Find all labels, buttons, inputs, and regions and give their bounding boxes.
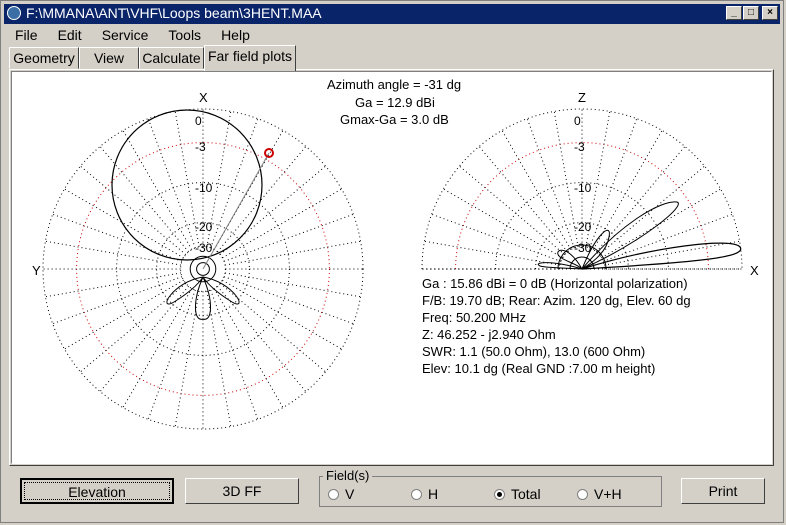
elevation-ring-label: -20 [574, 220, 592, 234]
azimuth-grid-spoke [224, 272, 361, 298]
result-impedance: Z: 46.252 - j2.940 Ohm [422, 327, 556, 342]
radio-vh-dot[interactable] [577, 489, 588, 500]
application-window: F:\MMANA\ANT\VHF\Loops beam\3HENT.MAA _ … [0, 0, 784, 523]
elevation-right-label: X [750, 263, 759, 278]
result-freq: Freq: 50.200 MHz [422, 310, 527, 325]
azimuth-angle-text: Azimuth angle = -31 dg [327, 77, 462, 92]
elevation-button[interactable]: Elevation [20, 478, 174, 504]
azimuth-main-lobe [111, 109, 263, 261]
tab-geometry[interactable]: Geometry [9, 47, 79, 69]
3d-ff-button[interactable]: 3D FF [185, 478, 299, 504]
result-elev: Elev: 10.1 dg (Real GND :7.00 m height) [422, 361, 656, 376]
result-ga: Ga : 15.86 dBi = 0 dB (Horizontal polari… [422, 276, 688, 291]
result-fb: F/B: 19.70 dB; Rear: Azim. 120 dg, Elev.… [422, 293, 691, 308]
elevation-ring-label: -10 [574, 181, 592, 195]
elevation-grid-spoke [459, 165, 566, 255]
gain-text: Ga = 12.9 dBi [355, 95, 435, 110]
menu-file[interactable]: File [4, 26, 47, 44]
elevation-grid-spoke [603, 240, 740, 266]
tab-view[interactable]: View [79, 47, 139, 69]
minimize-button[interactable]: _ [726, 6, 742, 20]
azimuth-grid-spoke [219, 283, 326, 373]
azimuth-grid-spoke [99, 285, 189, 392]
elevation-ring-label: -3 [574, 140, 585, 154]
app-icon[interactable] [7, 6, 21, 20]
gmax-text: Gmax-Ga = 3.0 dB [340, 112, 449, 127]
title-bar: F:\MMANA\ANT\VHF\Loops beam\3HENT.MAA _ … [4, 4, 780, 24]
fields-group-label: Field(s) [323, 468, 373, 483]
result-swr: SWR: 1.1 (50.0 Ohm), 13.0 (600 Ohm) [422, 344, 646, 359]
window-title: F:\MMANA\ANT\VHF\Loops beam\3HENT.MAA [26, 5, 322, 21]
azimuth-grid-spoke [217, 146, 307, 253]
menu-edit[interactable]: Edit [47, 26, 91, 44]
radio-total-dot[interactable] [494, 489, 505, 500]
elevation-grid-spoke [478, 146, 568, 253]
azimuth-ring-label: -10 [195, 181, 213, 195]
menu-service[interactable]: Service [91, 26, 158, 44]
print-button[interactable]: Print [681, 478, 765, 504]
azimuth-grid-spoke [45, 240, 182, 266]
tab-far-field-plots[interactable]: Far field plots [204, 45, 296, 71]
menu-help[interactable]: Help [210, 26, 259, 44]
elevation-ring-label: -30 [574, 241, 592, 255]
elevation-grid-spoke [424, 240, 561, 266]
azimuth-ring-label: -30 [195, 241, 213, 255]
plot-panel: X Y 0 -3 -10 -20 -30 Z X 0 -3 -10 -20 -30 Azimuth ang… [11, 71, 772, 464]
radio-v-label: V [345, 486, 355, 502]
menu-bar: File Edit Service Tools Help [4, 26, 259, 44]
elevation-grid-spoke [598, 165, 705, 255]
radio-h-dot[interactable] [411, 489, 422, 500]
azimuth-grid-spoke [80, 165, 187, 255]
menu-tools[interactable]: Tools [157, 26, 210, 44]
radio-h[interactable]: H [411, 486, 438, 502]
azimuth-ring-label: 0 [195, 114, 202, 128]
azimuth-left-label: Y [32, 263, 41, 278]
maximize-button[interactable]: □ [743, 6, 759, 20]
azimuth-grid-spoke [224, 240, 361, 266]
azimuth-ring-label: -3 [195, 140, 206, 154]
azimuth-grid-spoke [80, 283, 187, 373]
radio-v-dot[interactable] [328, 489, 339, 500]
far-field-plots: X Y 0 -3 -10 -20 -30 Z X 0 -3 -10 -20 -30 [32, 90, 759, 430]
elevation-back-lobe [537, 262, 583, 270]
tab-calculate[interactable]: Calculate [139, 47, 204, 69]
azimuth-ring-label: -20 [195, 220, 213, 234]
azimuth-top-label: X [199, 90, 208, 105]
radio-total[interactable]: Total [494, 486, 541, 502]
radio-v[interactable]: V [328, 486, 354, 502]
azimuth-grid-spoke [45, 272, 182, 298]
radio-v-plus-h[interactable]: V+H [577, 486, 622, 502]
elevation-top-label: Z [578, 90, 586, 105]
close-button[interactable]: × [762, 6, 778, 20]
radio-total-label: Total [511, 486, 541, 502]
radio-vh-label: V+H [594, 486, 622, 502]
azimuth-grid-spoke [217, 285, 307, 392]
elevation-ring-label: 0 [574, 114, 581, 128]
radio-h-label: H [428, 486, 439, 502]
